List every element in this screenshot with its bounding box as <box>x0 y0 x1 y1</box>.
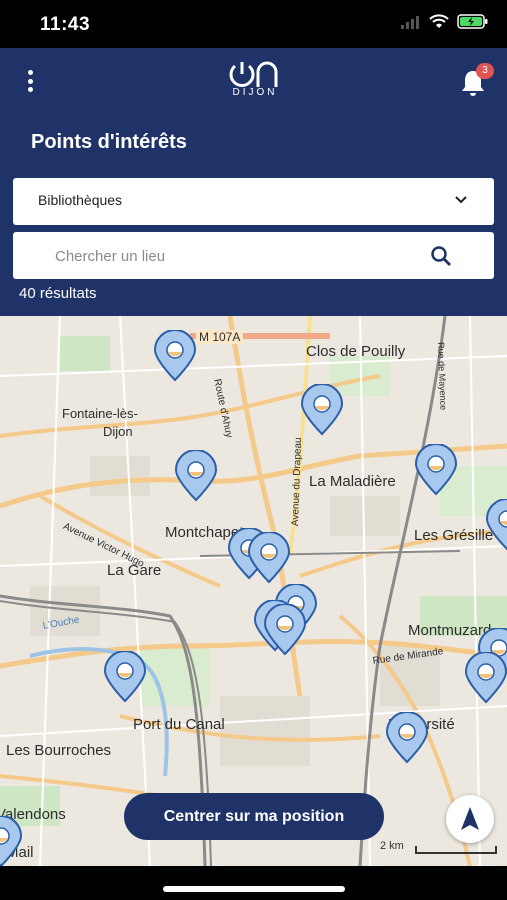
wifi-icon <box>429 14 449 34</box>
map-label-la-gare: La Gare <box>107 562 162 579</box>
status-time: 11:43 <box>40 14 91 35</box>
menu-dot <box>27 78 33 84</box>
location-pin-icon[interactable] <box>262 604 308 656</box>
menu-dot <box>27 70 33 75</box>
map-view[interactable]: M 107A Clos de Pouilly Fontaine-lès- Dij… <box>0 316 507 866</box>
logo-city: DIJON <box>232 87 278 98</box>
search-icon[interactable] <box>430 245 452 267</box>
map-label-road-m107a: M 107A <box>196 330 244 344</box>
location-pin-icon[interactable] <box>152 330 198 382</box>
menu-dot <box>27 87 33 92</box>
locate-me-button[interactable] <box>446 795 494 843</box>
map-label-la-maladiere: La Maladière <box>309 473 396 490</box>
map-label-clos-de-pouilly: Clos de Pouilly <box>306 343 406 360</box>
map-label-fontaine: Fontaine-lès- <box>62 406 138 421</box>
signal-icon <box>401 15 421 34</box>
search-box <box>13 232 494 279</box>
menu-button[interactable] <box>22 70 38 92</box>
bottom-safe-area <box>0 866 507 900</box>
home-indicator[interactable] <box>163 886 345 892</box>
location-pin-icon[interactable] <box>413 444 459 496</box>
app-logo: DIJON <box>224 60 286 100</box>
map-label-les-bourroches: Les Bourroches <box>6 742 112 759</box>
location-pin-icon[interactable] <box>246 532 292 584</box>
page-title: Points d'intérêts <box>31 131 187 153</box>
map-label-dijon: Dijon <box>103 424 133 439</box>
map-label-les-gresilles: Les Grésille <box>414 527 494 544</box>
navigation-arrow-icon <box>461 807 479 830</box>
location-pin-icon[interactable] <box>384 712 430 764</box>
results-count: 40 résultats <box>19 285 97 302</box>
map-label-port-du-canal: Port du Canal <box>133 716 225 733</box>
status-icons <box>401 14 489 34</box>
search-input[interactable] <box>53 242 417 270</box>
location-pin-icon[interactable] <box>173 450 219 502</box>
location-pin-icon[interactable] <box>0 816 24 866</box>
battery-icon <box>457 14 489 34</box>
status-bar: 11:43 <box>0 0 507 48</box>
category-select-value: Bibliothèques <box>38 192 123 208</box>
location-pin-icon[interactable] <box>484 499 507 551</box>
notification-badge: 3 <box>476 63 494 79</box>
location-pin-icon[interactable] <box>299 384 345 436</box>
chevron-down-icon <box>455 196 467 204</box>
map-scale-bar <box>415 846 497 854</box>
map-scale-label: 2 km <box>380 840 404 852</box>
location-pin-icon[interactable] <box>102 651 148 703</box>
location-pin-icon[interactable] <box>463 652 507 704</box>
map-background <box>0 316 507 866</box>
logo-mark-icon <box>229 61 278 87</box>
center-on-position-button[interactable]: Centrer sur ma position <box>124 793 384 840</box>
category-select[interactable]: Bibliothèques <box>13 178 494 225</box>
